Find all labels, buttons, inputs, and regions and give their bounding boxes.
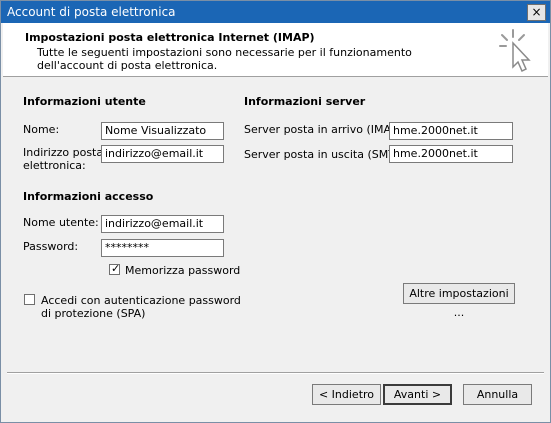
email-field[interactable]: indirizzo@email.it	[101, 145, 224, 163]
password-label: Password:	[23, 240, 79, 253]
window-title: Account di posta elettronica	[7, 5, 176, 19]
outgoing-server-label: Server posta in uscita (SMTP):	[244, 148, 410, 161]
name-field[interactable]: Nome Visualizzato	[101, 122, 224, 140]
spa-checkbox[interactable]	[24, 294, 35, 305]
remember-password-label[interactable]: Memorizza password	[125, 264, 240, 277]
account-dialog: Account di posta elettronica × Impostazi…	[0, 0, 551, 423]
access-info-title: Informazioni accesso	[23, 190, 154, 203]
checkmark-icon: ✓	[111, 262, 121, 275]
close-icon: ×	[531, 5, 542, 19]
password-field[interactable]: ********	[101, 239, 224, 257]
username-field[interactable]: indirizzo@email.it	[101, 215, 224, 233]
dialog-header: Impostazioni posta elettronica Internet …	[3, 23, 548, 76]
spa-label-line2[interactable]: di protezione (SPA)	[41, 307, 145, 320]
cancel-button[interactable]: Annulla	[463, 384, 532, 405]
footer-divider-highlight	[7, 373, 544, 374]
header-description: Tutte le seguenti impostazioni sono nece…	[37, 46, 412, 72]
back-button[interactable]: < Indietro	[312, 384, 381, 405]
incoming-server-label: Server posta in arrivo (IMAP):	[244, 123, 406, 136]
more-settings-button[interactable]: Altre impostazioni ...	[403, 283, 515, 319]
header-divider	[3, 76, 548, 77]
remember-password-checkbox[interactable]: ✓	[109, 262, 121, 275]
email-label-line1: Indirizzo posta	[23, 146, 104, 159]
cursor-click-icon	[499, 29, 531, 73]
close-button[interactable]: ×	[527, 4, 546, 21]
spa-label-line1[interactable]: Accedi con autenticazione password	[41, 294, 241, 307]
incoming-server-field[interactable]: hme.2000net.it	[389, 122, 513, 140]
server-info-title: Informazioni server	[244, 95, 366, 108]
email-label-line2: elettronica:	[23, 159, 86, 172]
header-title: Impostazioni posta elettronica Internet …	[25, 31, 315, 44]
outgoing-server-field[interactable]: hme.2000net.it	[389, 145, 513, 163]
name-label: Nome:	[23, 123, 60, 136]
user-info-title: Informazioni utente	[23, 95, 146, 108]
username-label: Nome utente:	[23, 216, 99, 229]
next-button[interactable]: Avanti >	[383, 384, 452, 405]
title-bar[interactable]: Account di posta elettronica ×	[1, 1, 550, 23]
